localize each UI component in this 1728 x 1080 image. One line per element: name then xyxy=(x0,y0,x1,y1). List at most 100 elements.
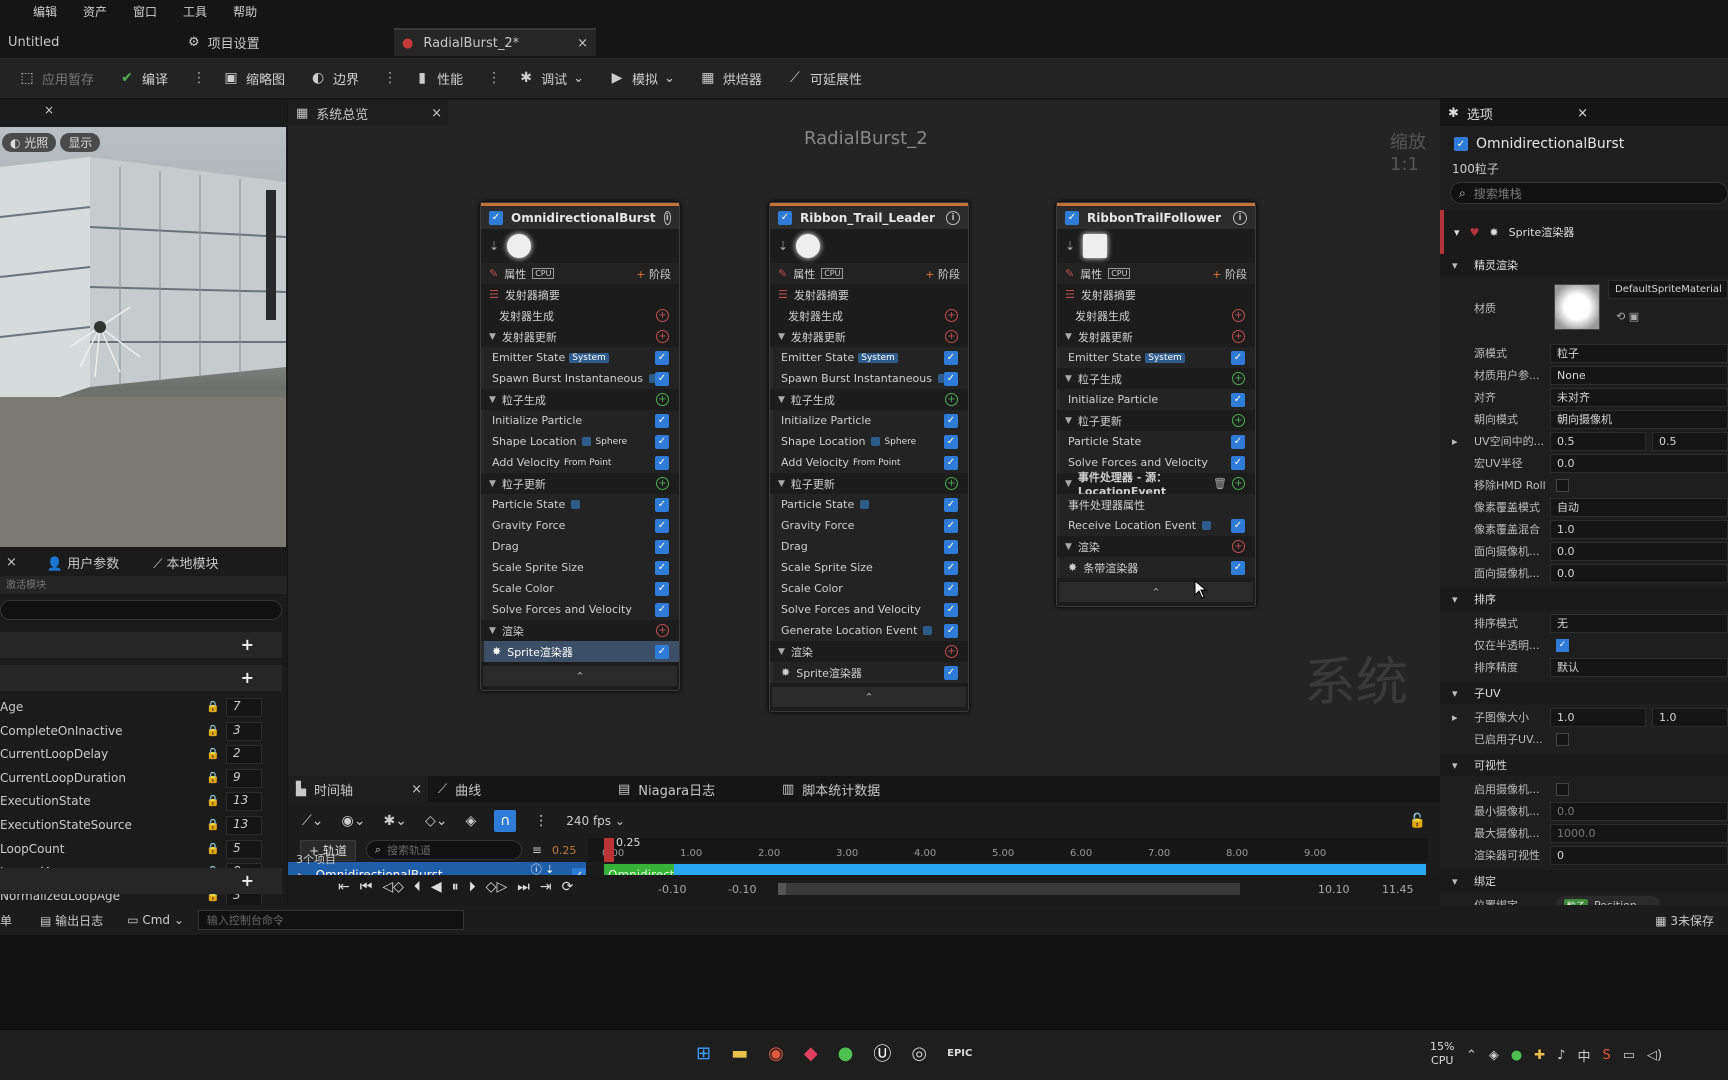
stack-row[interactable]: Gravity Force ✓ xyxy=(770,515,968,536)
next-key-icon[interactable]: ⏭ xyxy=(517,879,530,895)
stack-row[interactable]: Add Velocity From Point ✓ xyxy=(770,452,968,473)
emitter-node-ribbon-trail-leader[interactable]: ✓ Ribbon_Trail_Leader i ⇣ ✎ 属性 CPU + 阶段 ☰ 发射器摘要 发射… xyxy=(769,202,969,712)
apply-button[interactable]: ⬚ 应用暂存 xyxy=(18,69,94,88)
windows-start-icon[interactable]: ⊞ xyxy=(696,1043,711,1064)
row-checkbox[interactable]: ✓ xyxy=(655,581,669,596)
row-checkbox[interactable]: ✓ xyxy=(655,350,669,365)
stack-row[interactable]: Shape Location Sphere ✓ xyxy=(770,431,968,452)
info-icon[interactable]: i xyxy=(663,210,671,225)
property-value[interactable]: 自动 xyxy=(1550,497,1728,517)
property-value-x[interactable]: 1.0 xyxy=(1550,707,1646,727)
property-value[interactable]: 0.0 xyxy=(1550,563,1728,583)
lighting-button[interactable]: ◐ 光照 xyxy=(2,133,57,152)
browse-icon[interactable]: ⟲ ▣ xyxy=(1616,310,1639,323)
properties-row[interactable]: ✎ 属性 CPU + 阶段 xyxy=(1057,263,1255,284)
param-row[interactable]: CompleteOnInactive 🔒 3 xyxy=(0,720,282,744)
menu-item[interactable]: 窗口 xyxy=(120,3,170,20)
row-checkbox[interactable]: ✓ xyxy=(944,434,958,449)
perf-button[interactable]: ▮ 性能 xyxy=(413,69,463,88)
collapse-icon[interactable]: ▼ xyxy=(1065,479,1072,489)
property-value-y[interactable]: 1.0 xyxy=(1652,707,1728,727)
expand-icon[interactable]: ▸ xyxy=(1452,711,1458,724)
tray-icon[interactable]: ✚ xyxy=(1534,1048,1545,1063)
collapse-icon[interactable]: ▼ xyxy=(489,332,496,342)
tab-project-settings[interactable]: ⚙ 项目设置 xyxy=(180,28,360,56)
emitter-header[interactable]: ✓ OmnidirectionalBurst i xyxy=(481,203,679,229)
graph-side-handle[interactable] xyxy=(266,190,276,320)
eye-icon[interactable]: ◉⌄ xyxy=(342,813,366,829)
expand-icon[interactable]: ▸ xyxy=(1452,435,1458,448)
row-checkbox[interactable]: ✓ xyxy=(655,413,669,428)
property-checkbox[interactable]: ✓ xyxy=(1556,638,1569,652)
stack-row[interactable]: Generate Location Event ✓ xyxy=(770,620,968,641)
row-checkbox[interactable]: ✓ xyxy=(944,581,958,596)
stack-row[interactable]: Add Velocity From Point ✓ xyxy=(481,452,679,473)
lock-icon[interactable]: 🔓 xyxy=(1409,813,1426,829)
unsaved-button[interactable]: ▦ 3未保存 xyxy=(1655,912,1714,929)
row-checkbox[interactable]: ✓ xyxy=(944,371,958,386)
tray-icon[interactable]: S xyxy=(1602,1048,1610,1063)
add-module-icon[interactable]: + xyxy=(656,330,669,343)
collapse-icon[interactable]: ▼ xyxy=(778,647,785,657)
enabled-checkbox[interactable]: ✓ xyxy=(1065,210,1079,225)
to-end-icon[interactable]: ⇥ xyxy=(540,879,552,895)
tab-niagara-log[interactable]: ▤ Niagara日志 xyxy=(618,776,715,802)
collapse-icon[interactable]: ▼ xyxy=(489,479,496,489)
add-module-icon[interactable]: + xyxy=(945,393,958,406)
key-icon[interactable]: ◇⌄ xyxy=(425,813,448,829)
add-module-icon[interactable]: + xyxy=(945,309,958,322)
add-module-icon[interactable]: + xyxy=(656,624,669,637)
tab-radialburst[interactable]: ● RadialBurst_2* × xyxy=(394,28,596,56)
close-icon[interactable]: × xyxy=(44,103,54,117)
property-checkbox[interactable] xyxy=(1556,782,1569,796)
param-value[interactable]: 3 xyxy=(226,721,262,741)
sprite-render-section[interactable]: ▾ 精灵渲染 xyxy=(1440,254,1728,276)
lock-icon[interactable]: 🔒 xyxy=(206,794,220,807)
property-value[interactable]: 粒子 xyxy=(1550,343,1728,363)
thumbnail-button[interactable]: ▣ 缩略图 xyxy=(222,69,285,88)
gear-icon[interactable]: ✱⌄ xyxy=(383,813,406,829)
simulate-button[interactable]: ▶ 模拟 ⌄ xyxy=(608,69,675,88)
file-explorer-icon[interactable]: ▬ xyxy=(731,1043,748,1064)
stack-row[interactable]: ▼ 发射器更新 + xyxy=(1057,326,1255,347)
preview-viewport[interactable]: ◐ 光照 显示 xyxy=(0,127,286,547)
chrome-icon[interactable]: ◉ xyxy=(768,1043,784,1064)
more-icon[interactable]: ⋮ xyxy=(534,813,548,829)
property-value[interactable]: 0 xyxy=(1550,845,1728,865)
collapse-node-button[interactable]: ⌃ xyxy=(772,687,966,707)
stack-row[interactable]: ✸ Sprite渲染器 ✓ xyxy=(770,662,968,683)
add-icon[interactable]: + xyxy=(241,668,254,687)
stack-row[interactable]: Particle State ✓ xyxy=(481,494,679,515)
param-value[interactable]: 9 xyxy=(226,768,262,788)
chevron-up-icon[interactable]: ⌃ xyxy=(1466,1048,1477,1063)
menu-item[interactable]: 帮助 xyxy=(220,3,270,20)
stack-row[interactable]: 发射器生成 + xyxy=(770,305,968,326)
property-value[interactable]: 0.0 xyxy=(1550,541,1728,561)
pin-icon[interactable]: ⇣ xyxy=(778,239,788,253)
emitter-header[interactable]: ✓ Ribbon_Trail_Leader i xyxy=(770,203,968,229)
info-icon[interactable]: i xyxy=(946,210,960,225)
param-row[interactable]: Age 🔒 7 xyxy=(0,696,282,720)
wechat-tray-icon[interactable]: ● xyxy=(1511,1048,1522,1063)
stack-row[interactable]: ☰ 发射器摘要 xyxy=(481,284,679,305)
enabled-checkbox[interactable]: ✓ xyxy=(489,210,503,225)
debug-button[interactable]: ✱ 调试 ⌄ xyxy=(517,69,584,88)
stack-row[interactable]: Initialize Particle ✓ xyxy=(770,410,968,431)
close-icon[interactable]: × xyxy=(577,36,588,51)
prev-key-icon[interactable]: ⏮ xyxy=(360,879,373,895)
row-checkbox[interactable]: ✓ xyxy=(944,665,958,680)
property-checkbox[interactable] xyxy=(1556,732,1569,746)
local-module-tab[interactable]: ⟋ 本地模块 xyxy=(153,553,218,572)
close-icon[interactable]: × xyxy=(6,555,17,570)
wechat-icon[interactable]: ● xyxy=(838,1043,854,1064)
property-value-x[interactable]: 0.5 xyxy=(1550,431,1646,451)
content-drawer-label[interactable]: 单 xyxy=(0,912,12,929)
transform-icon[interactable]: ⟋⌄ xyxy=(302,813,324,829)
collapse-icon[interactable]: ▼ xyxy=(489,395,496,405)
add-module-icon[interactable]: + xyxy=(656,309,669,322)
row-checkbox[interactable]: ✓ xyxy=(944,350,958,365)
stack-row[interactable]: ✸ Sprite渲染器 ✓ xyxy=(481,641,679,662)
property-value[interactable]: 1.0 xyxy=(1550,519,1728,539)
row-checkbox[interactable]: ✓ xyxy=(1231,434,1245,449)
tab-timeline[interactable]: ▙ 时间轴 × xyxy=(288,776,428,802)
